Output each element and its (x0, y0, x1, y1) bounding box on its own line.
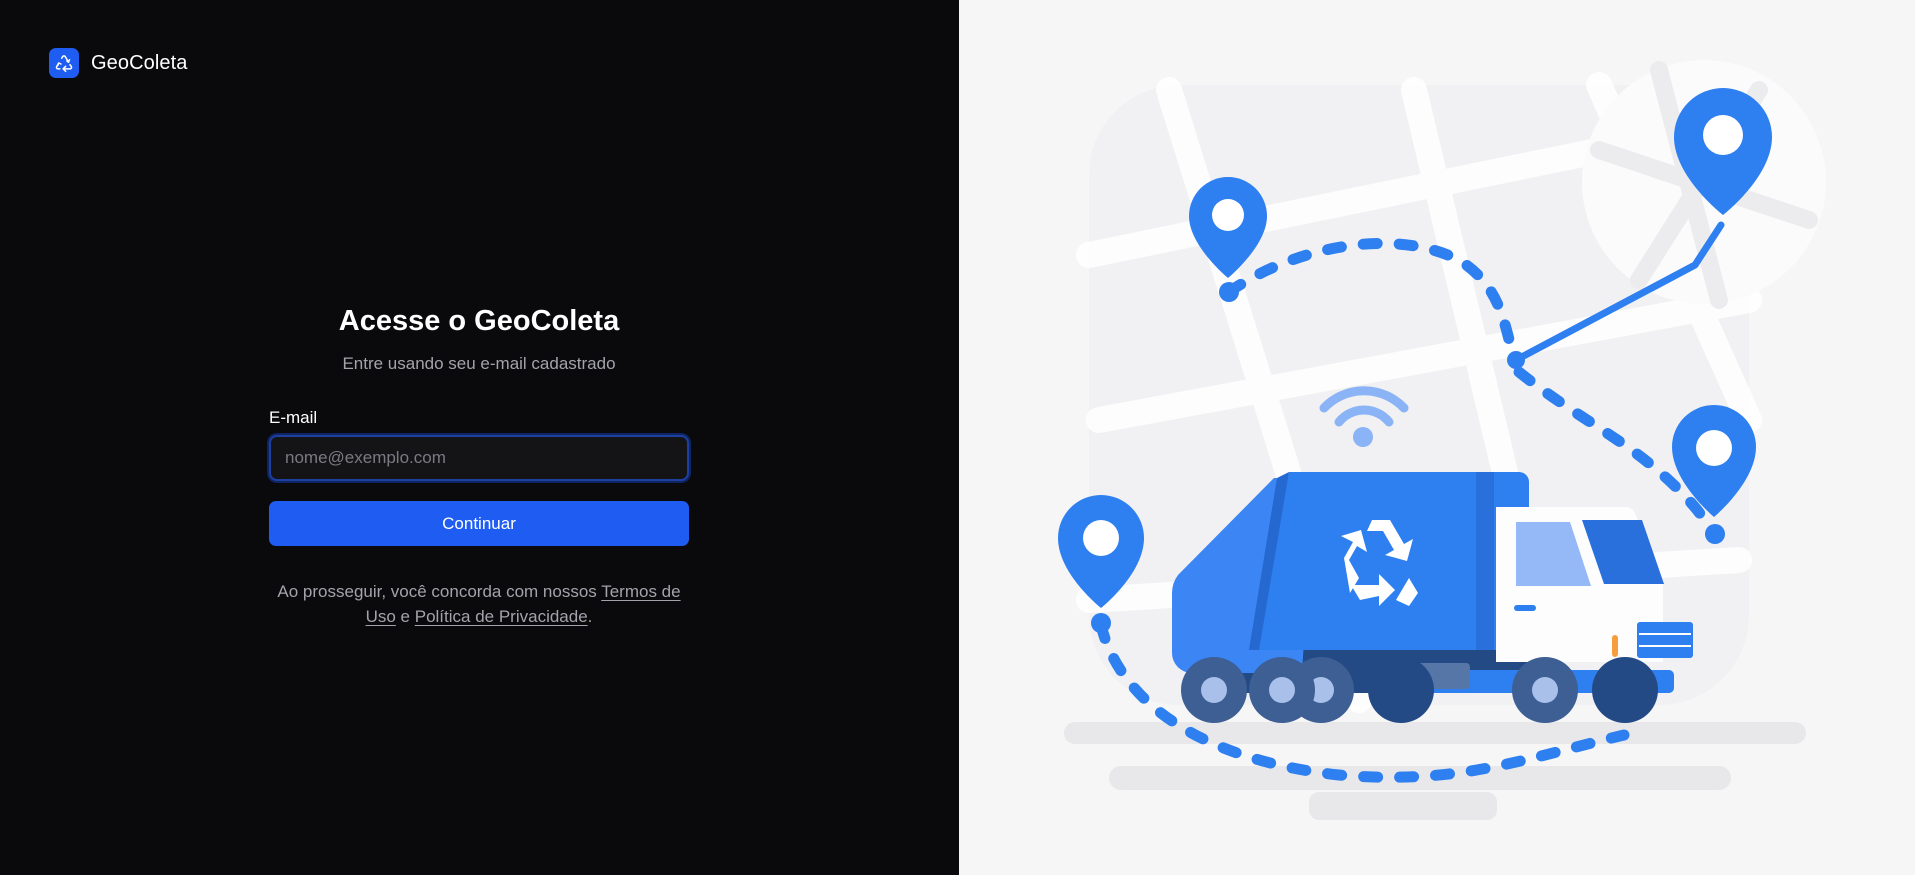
route-illustration (1058, 60, 1826, 820)
email-label: E-mail (269, 408, 318, 427)
legal-suffix: . (587, 607, 593, 626)
legal-prefix: Ao prosseguir, você concorda com nossos (277, 582, 602, 601)
brand[interactable]: GeoColeta (49, 48, 188, 78)
legal-joiner: e (395, 607, 415, 626)
email-field[interactable] (269, 435, 689, 481)
garbage-truck-icon (1172, 472, 1693, 723)
login-form: Acesse o GeoColeta Entre usando seu e-ma… (269, 305, 689, 629)
illustration-panel (959, 0, 1915, 875)
continue-button[interactable]: Continuar (269, 501, 689, 546)
page-title: Acesse o GeoColeta (338, 305, 620, 337)
legal-notice: Ao prosseguir, você concorda com nossos … (269, 579, 689, 629)
recycle-icon (49, 48, 79, 78)
login-panel: GeoColeta Acesse o GeoColeta Entre usand… (0, 0, 959, 875)
privacy-link[interactable]: Política de Privacidade (415, 607, 588, 626)
page-subtitle: Entre usando seu e-mail cadastrado (342, 354, 616, 373)
brand-name: GeoColeta (91, 51, 188, 74)
